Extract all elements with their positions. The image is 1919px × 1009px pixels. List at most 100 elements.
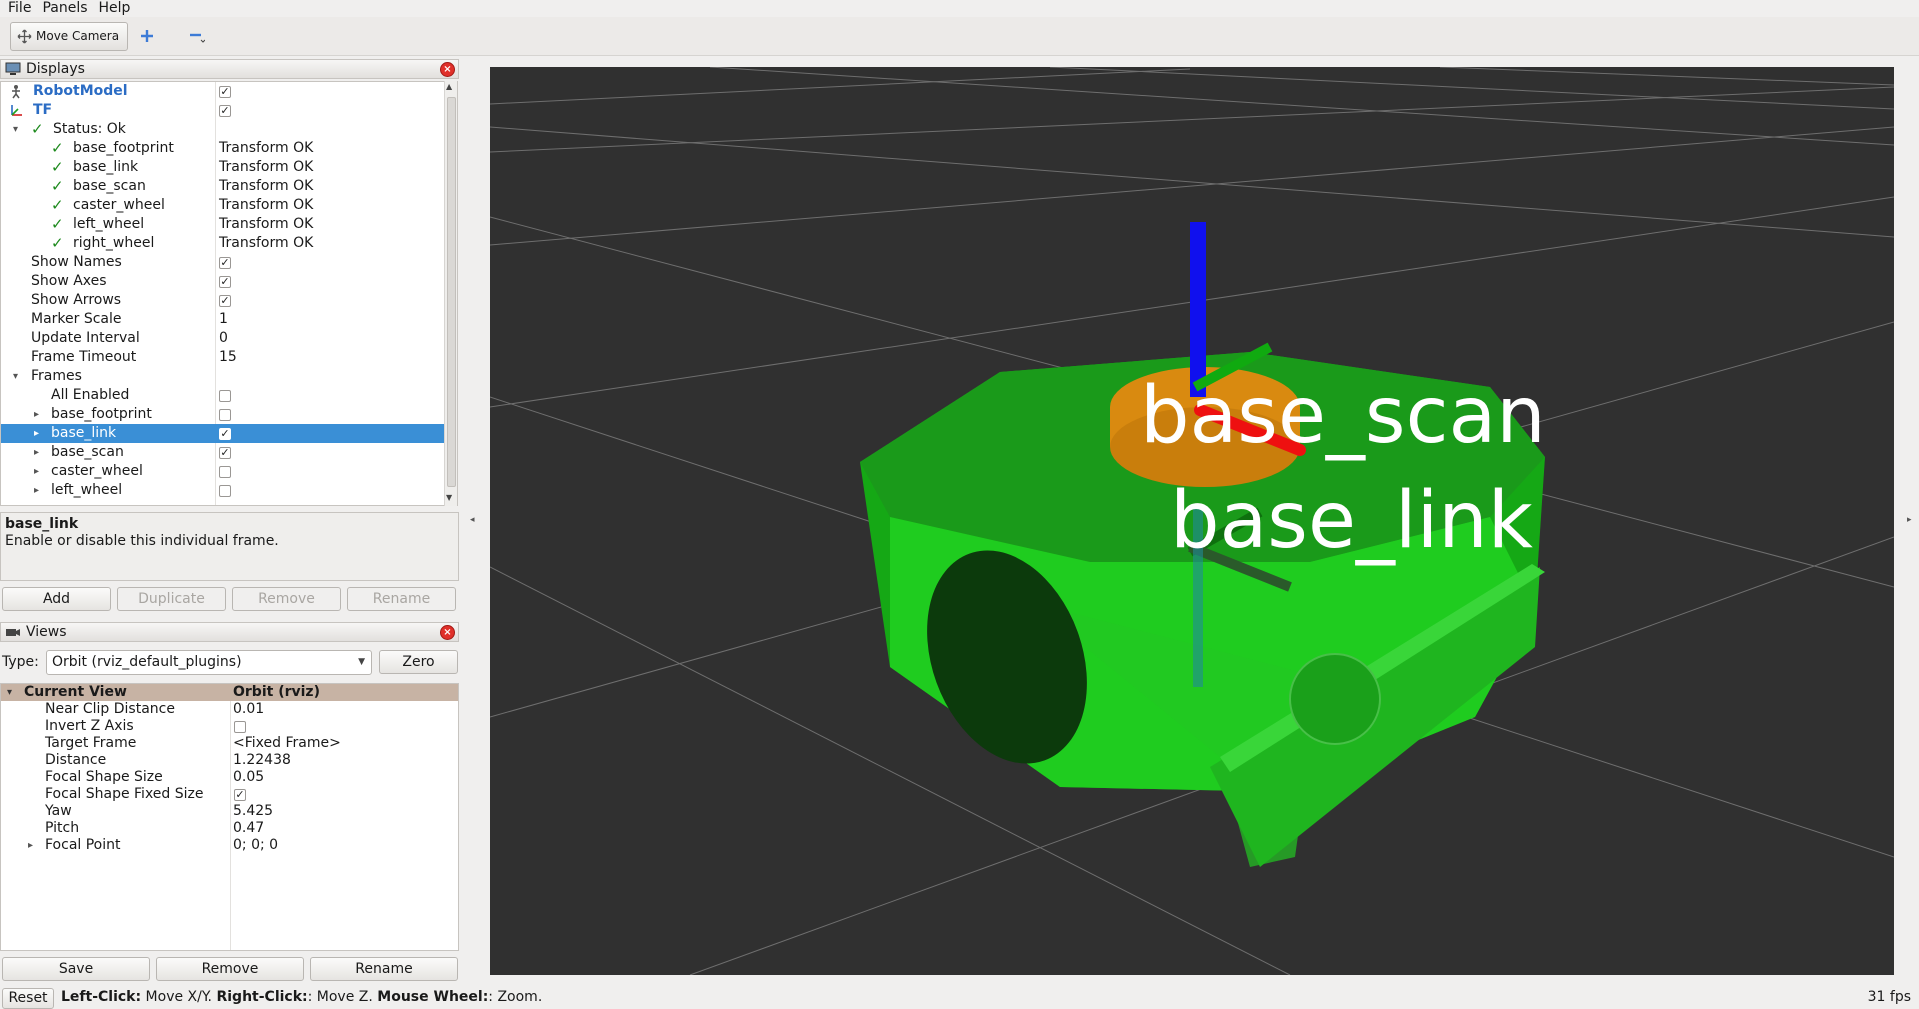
expand-right-arrow-icon[interactable]: ▸ xyxy=(34,462,39,481)
view-row-focal-shape-fixed-size[interactable]: Focal Shape Fixed Size xyxy=(1,786,458,803)
tree-row-update-interval[interactable]: Update Interval 0 xyxy=(1,329,444,348)
tree-row-frame-base-link[interactable]: ▸ base_link xyxy=(1,424,444,443)
view-prop-value[interactable]: <Fixed Frame> xyxy=(233,735,341,752)
render-viewport[interactable]: base_scan base_link xyxy=(490,67,1894,975)
expand-down-arrow-icon[interactable]: ▾ xyxy=(7,684,12,701)
zero-button[interactable]: Zero xyxy=(379,650,458,674)
menu-file[interactable]: File xyxy=(8,0,31,17)
view-row-distance[interactable]: Distance 1.22438 xyxy=(1,752,458,769)
frame-checkbox[interactable] xyxy=(219,485,231,497)
frame-label-base-scan: base_scan xyxy=(1140,371,1546,461)
show-axes-checkbox[interactable] xyxy=(219,276,231,288)
tree-row-frame-left-wheel[interactable]: ▸ left_wheel xyxy=(1,481,444,500)
view-row-focal-shape-size[interactable]: Focal Shape Size 0.05 xyxy=(1,769,458,786)
tree-row-status-base-scan[interactable]: ✓ base_scan Transform OK xyxy=(1,177,444,196)
frame-checkbox[interactable] xyxy=(219,428,231,440)
tree-row-show-arrows[interactable]: Show Arrows xyxy=(1,291,444,310)
move-camera-button[interactable]: Move Camera xyxy=(10,21,129,51)
tree-row-status[interactable]: ▾ ✓ Status: Ok xyxy=(1,120,444,139)
tree-value[interactable]: 15 xyxy=(219,348,237,367)
splitter-right-arrow-icon[interactable]: ▸ xyxy=(1907,515,1912,525)
tree-row-show-names[interactable]: Show Names xyxy=(1,253,444,272)
tree-row-all-enabled[interactable]: All Enabled xyxy=(1,386,444,405)
frame-checkbox[interactable] xyxy=(219,466,231,478)
tree-row-marker-scale[interactable]: Marker Scale 1 xyxy=(1,310,444,329)
view-prop-label: Focal Shape Fixed Size xyxy=(45,786,204,802)
reset-button[interactable]: Reset xyxy=(2,988,54,1009)
splitter-left-arrow-icon[interactable]: ◂ xyxy=(470,515,475,525)
add-display-button[interactable]: Add xyxy=(2,587,111,611)
tree-row-tf[interactable]: TF xyxy=(1,101,444,120)
expand-right-arrow-icon[interactable]: ▸ xyxy=(28,837,33,854)
remove-display-button[interactable]: Remove xyxy=(232,587,341,611)
view-row-pitch[interactable]: Pitch 0.47 xyxy=(1,820,458,837)
view-type-select[interactable]: Orbit (rviz_default_plugins) ▼ xyxy=(46,650,372,675)
rename-display-button[interactable]: Rename xyxy=(347,587,456,611)
scroll-down-arrow-icon[interactable]: ▼ xyxy=(446,493,452,502)
scene-canvas[interactable]: base_scan base_link xyxy=(490,67,1894,975)
expand-down-arrow-icon[interactable]: ▾ xyxy=(13,367,18,386)
frame-checkbox[interactable] xyxy=(219,409,231,421)
tree-row-status-caster-wheel[interactable]: ✓ caster_wheel Transform OK xyxy=(1,196,444,215)
enable-checkbox[interactable] xyxy=(219,86,231,98)
expand-right-arrow-icon[interactable]: ▸ xyxy=(34,424,39,443)
tree-row-status-base-link[interactable]: ✓ base_link Transform OK xyxy=(1,158,444,177)
invert-z-checkbox[interactable] xyxy=(234,721,246,733)
expand-right-arrow-icon[interactable]: ▸ xyxy=(34,443,39,462)
tree-value: Transform OK xyxy=(219,159,314,175)
view-row-target-frame[interactable]: Target Frame <Fixed Frame> xyxy=(1,735,458,752)
view-row-yaw[interactable]: Yaw 5.425 xyxy=(1,803,458,820)
view-row-invert-z[interactable]: Invert Z Axis xyxy=(1,718,458,735)
views-panel-title: Views × xyxy=(0,622,459,642)
close-displays-icon[interactable]: × xyxy=(440,62,455,77)
add-tool-icon[interactable] xyxy=(136,25,158,47)
all-enabled-checkbox[interactable] xyxy=(219,390,231,402)
tree-row-show-axes[interactable]: Show Axes xyxy=(1,272,444,291)
remove-view-button[interactable]: Remove xyxy=(156,957,304,981)
menu-panels[interactable]: Panels xyxy=(42,0,87,17)
view-prop-value[interactable]: 0; 0; 0 xyxy=(233,837,278,854)
tree-row-frames[interactable]: ▾ Frames xyxy=(1,367,444,386)
tree-row-status-left-wheel[interactable]: ✓ left_wheel Transform OK xyxy=(1,215,444,234)
tree-row-status-base-footprint[interactable]: ✓ base_footprint Transform OK xyxy=(1,139,444,158)
show-names-checkbox[interactable] xyxy=(219,257,231,269)
remove-tool-icon[interactable] xyxy=(186,25,208,47)
menu-help[interactable]: Help xyxy=(99,0,131,17)
views-tree[interactable]: ▾ Current View Orbit (rviz) Near Clip Di… xyxy=(0,683,459,951)
expand-right-arrow-icon[interactable]: ▸ xyxy=(34,481,39,500)
close-views-icon[interactable]: × xyxy=(440,625,455,640)
tree-row-status-right-wheel[interactable]: ✓ right_wheel Transform OK xyxy=(1,234,444,253)
expand-right-arrow-icon[interactable]: ▸ xyxy=(34,405,39,424)
show-arrows-checkbox[interactable] xyxy=(219,295,231,307)
tree-value[interactable]: 0 xyxy=(219,329,228,348)
displays-tree[interactable]: RobotModel TF ▾ ✓ Status: Ok ✓ base_foot… xyxy=(0,81,458,506)
view-prop-value[interactable]: 0.05 xyxy=(233,769,264,786)
rename-view-button[interactable]: Rename xyxy=(310,957,458,981)
view-prop-value[interactable]: 0.47 xyxy=(233,820,264,837)
view-prop-value[interactable]: 0.01 xyxy=(233,701,264,718)
frame-checkbox[interactable] xyxy=(219,447,231,459)
save-view-button[interactable]: Save xyxy=(2,957,150,981)
view-prop-value[interactable]: 5.425 xyxy=(233,803,273,820)
tree-row-frame-base-scan[interactable]: ▸ base_scan xyxy=(1,443,444,462)
view-row-near-clip[interactable]: Near Clip Distance 0.01 xyxy=(1,701,458,718)
duplicate-display-button[interactable]: Duplicate xyxy=(117,587,226,611)
tree-value[interactable]: 1 xyxy=(219,310,228,329)
expand-down-arrow-icon[interactable]: ▾ xyxy=(13,120,18,139)
tree-row-frame-caster-wheel[interactable]: ▸ caster_wheel xyxy=(1,462,444,481)
displays-title: Displays xyxy=(26,61,85,77)
tree-label: Frames xyxy=(31,368,82,384)
scroll-up-arrow-icon[interactable]: ▲ xyxy=(446,82,452,91)
enable-checkbox[interactable] xyxy=(219,105,231,117)
current-view-value: Orbit (rviz) xyxy=(233,684,320,700)
view-prop-value[interactable]: 1.22438 xyxy=(233,752,291,769)
current-view-header[interactable]: ▾ Current View Orbit (rviz) xyxy=(1,684,458,701)
view-prop-label: Focal Shape Size xyxy=(45,769,163,785)
focal-fixed-size-checkbox[interactable] xyxy=(234,789,246,801)
tree-row-frame-base-footprint[interactable]: ▸ base_footprint xyxy=(1,405,444,424)
scrollbar-thumb[interactable] xyxy=(447,97,456,487)
view-row-focal-point[interactable]: ▸ Focal Point 0; 0; 0 xyxy=(1,837,458,854)
tree-row-robotmodel[interactable]: RobotModel xyxy=(1,82,444,101)
displays-scrollbar[interactable]: ▲ ▼ xyxy=(444,81,457,506)
tree-row-frame-timeout[interactable]: Frame Timeout 15 xyxy=(1,348,444,367)
